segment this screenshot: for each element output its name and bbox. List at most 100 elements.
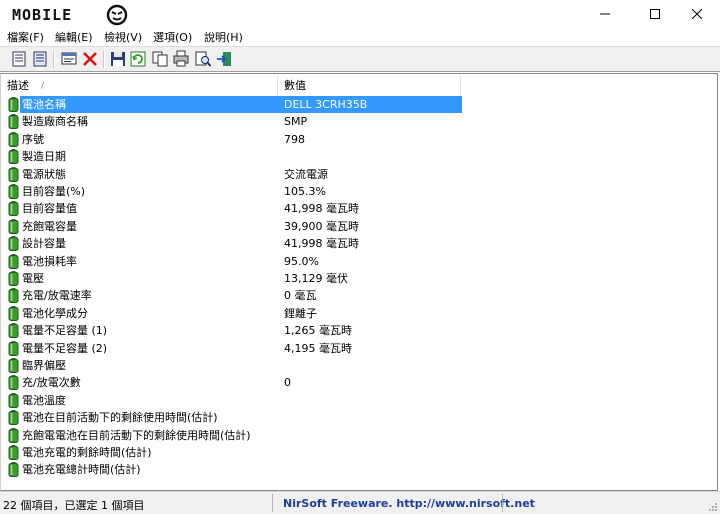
battery-info-list[interactable]: 描述 / 數值 電池名稱 DELL 3CRH35B 製造廠商名稱 SMP 序號 798 製造…: [0, 73, 718, 491]
row-description: 製造廠商名稱: [22, 115, 88, 129]
battery-icon: [8, 97, 19, 112]
battery-icon: [8, 236, 19, 252]
row-value: 798: [284, 132, 305, 146]
row-description: 序號: [22, 132, 44, 146]
battery-icon: [8, 375, 19, 391]
save-icon[interactable]: [109, 50, 127, 68]
menu-edit[interactable]: 編輯(E): [55, 29, 93, 45]
table-row[interactable]: 充飽電電池在目前活動下的剩餘使用時間(估計): [1, 427, 701, 444]
column-header-value[interactable]: 數值: [278, 76, 461, 96]
smiley-logo-icon: [106, 4, 128, 26]
table-row[interactable]: 電池充電總計時間(估計): [1, 461, 701, 478]
table-row[interactable]: 設計容量 41,998 毫瓦時: [1, 235, 701, 252]
toolbar: [0, 46, 720, 72]
table-row[interactable]: 電池名稱 DELL 3CRH35B: [1, 96, 701, 113]
battery-icon: [8, 253, 19, 269]
battery-icon: [8, 114, 19, 130]
table-row[interactable]: 電池在目前活動下的剩餘使用時間(估計): [1, 409, 701, 426]
row-description: 電池名稱: [22, 98, 66, 111]
row-value: DELL 3CRH35B: [284, 98, 368, 111]
resize-grip-icon[interactable]: [708, 502, 718, 512]
table-row[interactable]: 目前容量值 41,998 毫瓦時: [1, 200, 701, 217]
print-icon[interactable]: [172, 50, 190, 68]
table-row[interactable]: 電量不足容量 (1) 1,265 毫瓦時: [1, 322, 701, 339]
row-description: 充飽電電池在目前活動下的剩餘使用時間(估計): [22, 428, 251, 442]
status-credit-link[interactable]: NirSoft Freeware. http://www.nirsoft.net: [283, 497, 535, 510]
copy-icon[interactable]: [151, 50, 169, 68]
menu-file[interactable]: 檔案(F): [7, 29, 44, 45]
table-row[interactable]: 製造日期: [1, 148, 701, 165]
row-value: 4,195 毫瓦時: [284, 341, 352, 355]
row-value: 0: [284, 376, 291, 390]
menu-view[interactable]: 檢視(V): [104, 29, 142, 45]
logo-text: MOBILE: [12, 6, 73, 24]
table-row[interactable]: 臨界偏壓: [1, 357, 701, 374]
row-value: 13,129 毫伏: [284, 272, 348, 285]
row-description: 充飽電容量: [22, 219, 77, 233]
battery-icon: [8, 358, 19, 373]
battery-icon: [8, 305, 19, 321]
status-separator: [502, 494, 503, 512]
battery-icon: [8, 392, 19, 408]
row-description: 目前容量(%): [22, 185, 86, 198]
refresh-icon[interactable]: [129, 50, 147, 68]
row-description: 電池化學成分: [22, 306, 88, 320]
table-row[interactable]: 電池充電的剩餘時間(估計): [1, 444, 701, 461]
table-row[interactable]: 充/放電次數 0: [1, 374, 701, 391]
column-header-description[interactable]: 描述 /: [1, 76, 278, 96]
battery-icon: [8, 166, 19, 182]
table-row[interactable]: 電源狀態 交流電源: [1, 166, 701, 183]
exit-icon[interactable]: [215, 50, 233, 68]
row-value: 鋰離子: [284, 306, 317, 320]
battery-icon: [8, 340, 19, 356]
minimize-button[interactable]: [582, 0, 628, 27]
table-row[interactable]: 電池損耗率 95.0%: [1, 253, 701, 270]
row-description: 電池損耗率: [22, 254, 77, 268]
battery-icon: [8, 410, 19, 426]
menu-options[interactable]: 選項(O): [153, 29, 192, 45]
table-row[interactable]: 目前容量(%) 105.3%: [1, 183, 701, 200]
selection-highlight: [20, 96, 462, 113]
row-description: 電壓: [22, 272, 44, 285]
table-row[interactable]: 充飽電容量 39,900 毫瓦時: [1, 218, 701, 235]
battery-icon: [8, 218, 19, 234]
row-value: 交流電源: [284, 167, 328, 181]
status-item-count: 22 個項目，已選定 1 個項目: [3, 499, 145, 512]
column-header-description-label: 描述: [7, 79, 29, 92]
battery-icon: [8, 271, 19, 286]
properties-icon[interactable]: [60, 50, 78, 68]
status-bar: 22 個項目，已選定 1 個項目 NirSoft Freeware. http:…: [0, 491, 720, 514]
table-row[interactable]: 電池溫度: [1, 392, 701, 409]
table-row[interactable]: 序號 798: [1, 131, 701, 148]
battery-icon: [8, 131, 19, 147]
delete-icon[interactable]: [81, 50, 99, 68]
row-description: 電池充電的剩餘時間(估計): [22, 446, 152, 459]
minimize-icon: [600, 13, 610, 14]
table-row[interactable]: 電池化學成分 鋰離子: [1, 305, 701, 322]
row-value: 41,998 毫瓦時: [284, 237, 359, 251]
row-value: 39,900 毫瓦時: [284, 219, 359, 233]
row-description: 電源狀態: [22, 167, 66, 181]
close-button[interactable]: [674, 0, 720, 27]
app-logo: MOBILE: [6, 2, 128, 26]
status-separator: [272, 494, 273, 512]
table-row[interactable]: 電量不足容量 (2) 4,195 毫瓦時: [1, 340, 701, 357]
row-description: 目前容量值: [22, 202, 77, 216]
html-report-all-icon[interactable]: [10, 50, 28, 68]
battery-icon: [8, 323, 19, 339]
row-description: 電量不足容量 (2): [22, 341, 108, 355]
menu-bar: 檔案(F) 編輯(E) 檢視(V) 選項(O) 說明(H): [0, 27, 720, 46]
maximize-icon: [650, 8, 660, 19]
battery-icon: [8, 427, 19, 443]
table-row[interactable]: 電壓 13,129 毫伏: [1, 270, 701, 287]
menu-help[interactable]: 說明(H): [204, 29, 243, 45]
column-header-value-label: 數值: [284, 79, 306, 92]
html-report-selected-icon[interactable]: [31, 50, 49, 68]
table-row[interactable]: 製造廠商名稱 SMP: [1, 113, 701, 130]
maximize-button[interactable]: [632, 0, 678, 27]
battery-icon: [8, 288, 19, 304]
row-value: 105.3%: [284, 185, 326, 198]
find-icon[interactable]: [194, 50, 212, 68]
row-description: 充/放電次數: [22, 376, 81, 390]
table-row[interactable]: 充電/放電速率 0 毫瓦: [1, 287, 701, 304]
